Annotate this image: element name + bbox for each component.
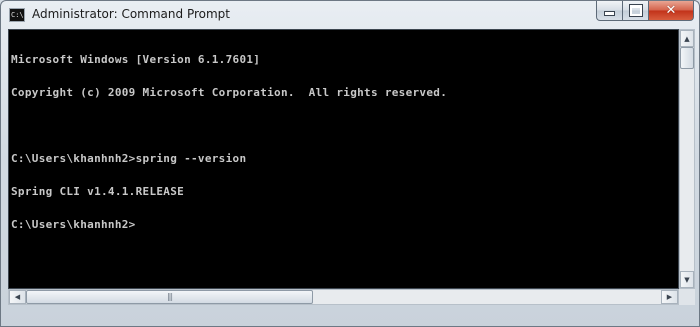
scroll-left-button[interactable]: ◀ (9, 290, 26, 304)
grip-icon: ||| (166, 292, 173, 301)
up-arrow-icon: ▲ (684, 34, 690, 43)
maximize-button[interactable] (622, 1, 649, 21)
console-line: Copyright (c) 2009 Microsoft Corporation… (11, 86, 448, 99)
scroll-down-button[interactable]: ▼ (680, 271, 694, 288)
command-prompt-window: C:\. Administrator: Command Prompt ✕ Mic… (0, 0, 700, 327)
scroll-right-button[interactable]: ▶ (661, 290, 678, 304)
title-bar[interactable]: C:\. Administrator: Command Prompt ✕ (1, 1, 699, 29)
command-prompt-icon[interactable]: C:\. (9, 8, 25, 22)
console-output[interactable]: Microsoft Windows [Version 6.1.7601] Cop… (8, 29, 679, 289)
resize-grip[interactable] (679, 289, 695, 305)
down-arrow-icon: ▼ (684, 275, 690, 284)
left-arrow-icon: ◀ (14, 293, 21, 301)
close-button[interactable]: ✕ (648, 1, 694, 21)
console-line: C:\Users\khanhnh2>spring --version (11, 152, 247, 165)
window-title: Administrator: Command Prompt (32, 7, 230, 21)
console-line: C:\Users\khanhnh2> (11, 218, 136, 231)
console-line: Microsoft Windows [Version 6.1.7601] (11, 53, 261, 66)
console-text: Microsoft Windows [Version 6.1.7601] Cop… (11, 32, 447, 252)
vertical-scroll-thumb[interactable] (680, 47, 694, 69)
horizontal-scroll-thumb[interactable]: ||| (26, 290, 313, 304)
minimize-button[interactable] (596, 1, 623, 21)
vertical-scrollbar[interactable]: ▲ ▼ (679, 29, 695, 289)
scroll-up-button[interactable]: ▲ (680, 30, 694, 47)
close-icon: ✕ (665, 3, 677, 18)
maximize-icon (628, 4, 643, 17)
minimize-icon (604, 11, 615, 16)
horizontal-scrollbar[interactable]: ◀ ||| ▶ (8, 289, 679, 305)
right-arrow-icon: ▶ (666, 293, 673, 301)
console-line: Spring CLI v1.4.1.RELEASE (11, 185, 185, 198)
